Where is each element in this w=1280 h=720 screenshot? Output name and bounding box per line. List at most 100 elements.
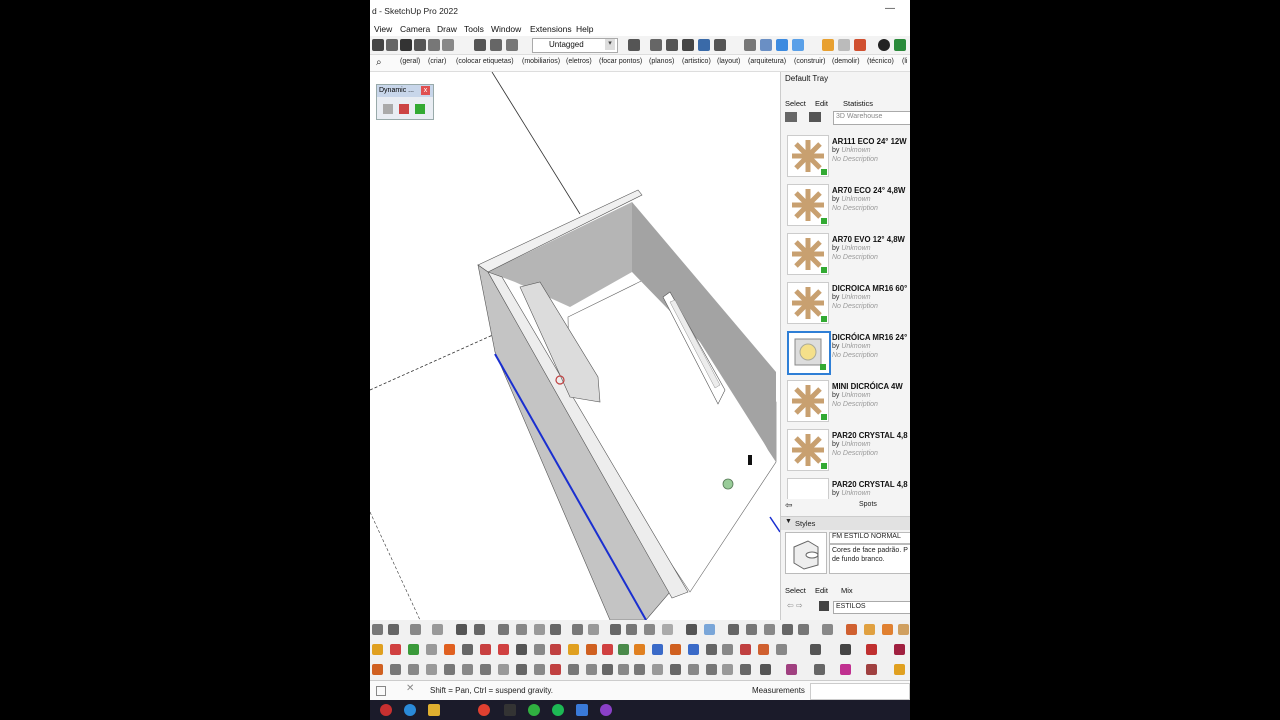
component-item[interactable]: AR70 ECO 24° 4,8W by Unknown No Descript… bbox=[785, 183, 910, 229]
fog-icon[interactable] bbox=[704, 624, 715, 635]
tool-icon-23[interactable] bbox=[814, 664, 825, 675]
menu-draw[interactable]: Draw bbox=[437, 24, 457, 34]
close-icon[interactable]: x bbox=[421, 86, 430, 95]
tool-icon-23[interactable] bbox=[776, 644, 787, 655]
view-icon-2[interactable] bbox=[626, 624, 637, 635]
styles-header[interactable]: ▼ Styles bbox=[781, 516, 910, 530]
tag-item[interactable]: (técnico) bbox=[867, 58, 894, 65]
3d-viewport[interactable]: Dynamic ... x bbox=[370, 72, 780, 620]
tag-item[interactable]: (demolir) bbox=[832, 58, 860, 65]
paint-icon[interactable] bbox=[846, 624, 857, 635]
style-description[interactable]: Cores de face padrão. P de fundo branco. bbox=[829, 544, 910, 574]
tool-icon-2[interactable] bbox=[390, 644, 401, 655]
tag-item[interactable]: (colocar etiquetas) bbox=[456, 58, 514, 65]
lamp-icon[interactable] bbox=[864, 624, 875, 635]
tag-item[interactable]: (layout) bbox=[717, 58, 740, 65]
view-icon-3[interactable] bbox=[644, 624, 655, 635]
app-icon-3[interactable] bbox=[504, 704, 516, 716]
tool-icon-5[interactable] bbox=[462, 644, 473, 655]
render-icon-2[interactable] bbox=[898, 624, 909, 635]
shadow-icon[interactable] bbox=[686, 624, 697, 635]
app-icon-4[interactable] bbox=[600, 704, 612, 716]
tool-icon-4[interactable] bbox=[426, 664, 437, 675]
tool-icon-25[interactable] bbox=[866, 664, 877, 675]
tool-icon-7[interactable] bbox=[498, 644, 509, 655]
tool-icon-18[interactable] bbox=[670, 664, 681, 675]
home-icon[interactable] bbox=[809, 112, 821, 122]
sandbox-icon[interactable] bbox=[498, 624, 509, 635]
sandbox-icon-2[interactable] bbox=[516, 624, 527, 635]
home-icon[interactable] bbox=[819, 601, 829, 611]
help-icon[interactable] bbox=[410, 624, 421, 635]
tag-item[interactable]: (li bbox=[902, 58, 907, 65]
component-icon[interactable] bbox=[386, 39, 398, 51]
tool-icon-17[interactable] bbox=[652, 664, 663, 675]
warehouse-icon[interactable] bbox=[414, 39, 426, 51]
refresh-icon[interactable] bbox=[838, 39, 850, 51]
options-icon[interactable] bbox=[399, 104, 409, 114]
menu-camera[interactable]: Camera bbox=[400, 24, 430, 34]
section-icon[interactable] bbox=[572, 624, 583, 635]
component-item-selected[interactable]: DICRÓICA MR16 24° by Unknown No Descript… bbox=[785, 330, 910, 376]
style-icon-4[interactable] bbox=[782, 624, 793, 635]
style-name-field[interactable]: FM ESTILO NORMAL bbox=[829, 532, 910, 544]
tab-styles-mix[interactable]: Mix bbox=[841, 586, 853, 595]
pencil-icon[interactable] bbox=[760, 664, 771, 675]
sandbox-icon-3[interactable] bbox=[534, 624, 545, 635]
tool-icon-4[interactable] bbox=[444, 644, 455, 655]
paint-icon[interactable] bbox=[490, 39, 502, 51]
tool-icon-11[interactable] bbox=[550, 664, 561, 675]
house-icon[interactable] bbox=[428, 39, 440, 51]
tool-icon-22[interactable] bbox=[740, 664, 751, 675]
tool-icon-16[interactable] bbox=[652, 644, 663, 655]
style-icon-2[interactable] bbox=[746, 624, 757, 635]
tag-item[interactable]: (geral) bbox=[400, 58, 420, 65]
add-icon[interactable] bbox=[878, 39, 890, 51]
tag-item[interactable]: (eletros) bbox=[566, 58, 592, 65]
tree-icon[interactable] bbox=[894, 39, 906, 51]
tool-icon-11[interactable] bbox=[568, 644, 579, 655]
tool-icon-24[interactable] bbox=[840, 664, 851, 675]
tab-styles-edit[interactable]: Edit bbox=[815, 586, 828, 595]
tool-icon-19[interactable] bbox=[688, 664, 699, 675]
orbit-icon[interactable] bbox=[372, 624, 383, 635]
chevron-down-icon[interactable]: ▾ bbox=[605, 39, 615, 50]
tool-icon-12[interactable] bbox=[568, 664, 579, 675]
tool-icon-3[interactable] bbox=[408, 664, 419, 675]
eraser-icon[interactable] bbox=[426, 644, 437, 655]
tool-icon-14[interactable] bbox=[618, 644, 629, 655]
tool-icon[interactable] bbox=[372, 664, 383, 675]
scene-icon-2[interactable] bbox=[650, 39, 662, 51]
tool-icon-14[interactable] bbox=[602, 664, 613, 675]
tool-icon-26[interactable] bbox=[894, 664, 905, 675]
style-icon-3[interactable] bbox=[764, 624, 775, 635]
tag-item[interactable]: (focar pontos) bbox=[599, 58, 642, 65]
style-collection-select[interactable]: ESTILOS bbox=[833, 601, 910, 614]
component-item[interactable]: AR111 ECO 24° 12W by Unknown No Descript… bbox=[785, 134, 910, 180]
component-item[interactable]: PAR20 CRYSTAL 4,8 by Unknown bbox=[785, 477, 910, 499]
tab-styles-select[interactable]: Select bbox=[785, 586, 806, 595]
tag-dropdown[interactable]: Untagged ▾ bbox=[532, 38, 618, 53]
app-icon[interactable] bbox=[380, 704, 392, 716]
move-tool-icon[interactable] bbox=[840, 644, 851, 655]
interact-icon[interactable] bbox=[383, 104, 393, 114]
menu-help[interactable]: Help bbox=[576, 24, 593, 34]
tag-item[interactable]: (criar) bbox=[428, 58, 446, 65]
scene-icon[interactable] bbox=[628, 39, 640, 51]
line-tool-icon[interactable] bbox=[810, 644, 821, 655]
render-icon[interactable] bbox=[882, 624, 893, 635]
component-item[interactable]: AR70 EVO 12° 4,8W by Unknown No Descript… bbox=[785, 232, 910, 278]
tool-icon-13[interactable] bbox=[602, 644, 613, 655]
extension-icon[interactable] bbox=[822, 39, 834, 51]
tag-item[interactable]: (artistico) bbox=[682, 58, 711, 65]
tag-item[interactable]: (mobiliarios) bbox=[522, 58, 560, 65]
tool-icon-19[interactable] bbox=[706, 644, 717, 655]
tool-icon-10[interactable] bbox=[534, 664, 545, 675]
tool-icon-8[interactable] bbox=[516, 644, 527, 655]
eyedropper-icon[interactable] bbox=[506, 39, 518, 51]
view-icon-4[interactable] bbox=[662, 624, 673, 635]
tool-icon-8[interactable] bbox=[498, 664, 509, 675]
view-top-icon[interactable] bbox=[776, 39, 788, 51]
check-icon[interactable] bbox=[456, 624, 467, 635]
tool-icon-9[interactable] bbox=[534, 644, 545, 655]
